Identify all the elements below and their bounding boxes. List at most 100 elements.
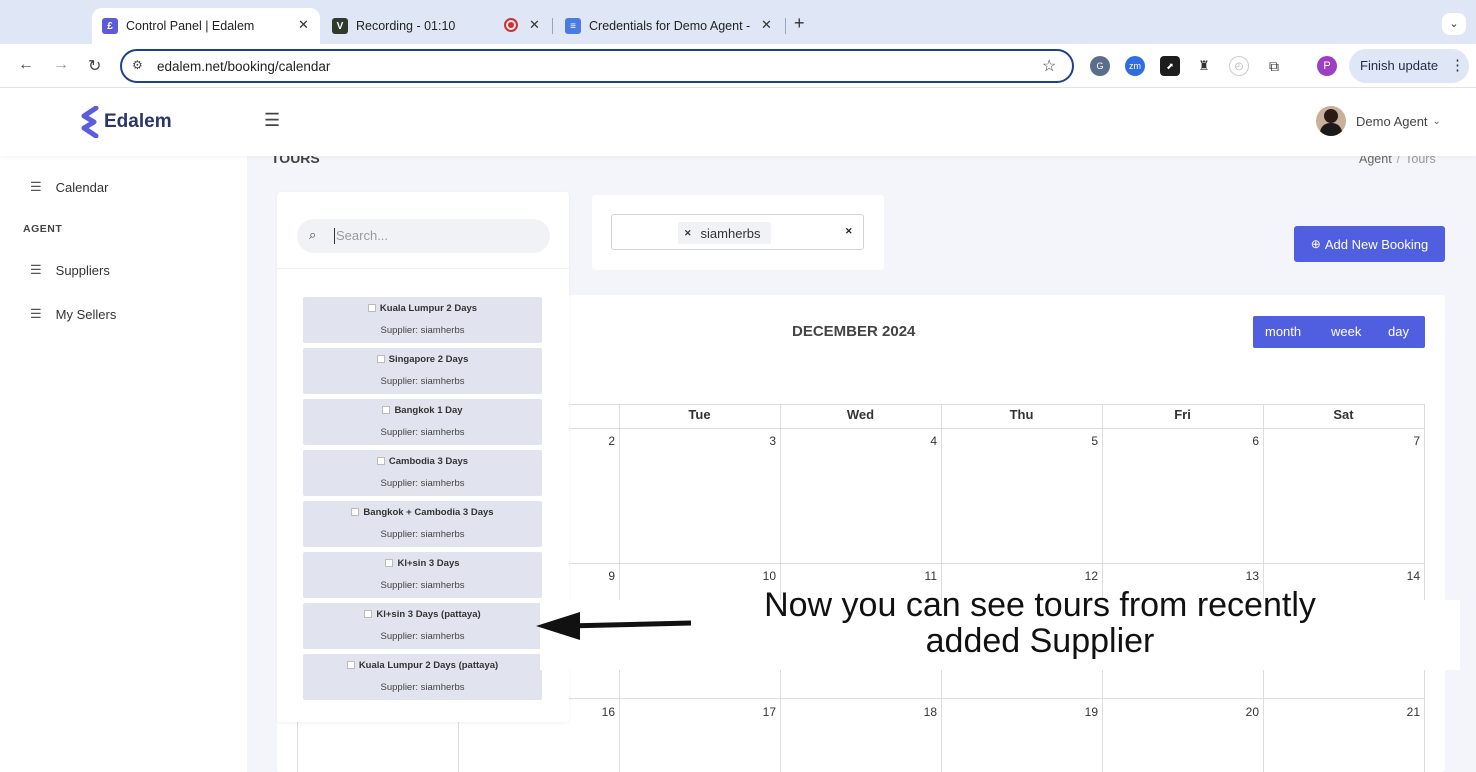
chevron-down-icon: ⌄ bbox=[1432, 115, 1441, 127]
extension-icon[interactable]: G bbox=[1090, 56, 1110, 76]
add-new-booking-button[interactable]: ⊕ Add New Booking bbox=[1294, 226, 1445, 262]
tour-name: Kuala Lumpur 2 Days (pattaya) bbox=[358, 660, 499, 671]
supplier-tag: ✕ siamherbs bbox=[678, 222, 771, 244]
user-name: Demo Agent bbox=[1356, 113, 1428, 129]
tour-item[interactable]: Cambodia 3 Days Supplier: siamherbs bbox=[303, 450, 542, 496]
brand-logo[interactable]: Edalem bbox=[80, 106, 172, 138]
arrow-left-icon bbox=[536, 612, 692, 640]
hamburger-menu-icon[interactable]: ☰ bbox=[264, 110, 280, 131]
address-bar[interactable]: ⚙ edalem.net/booking/calendar ☆ bbox=[120, 49, 1074, 83]
tour-item[interactable]: Kl+sin 3 Days (pattaya) Supplier: siamhe… bbox=[303, 603, 542, 649]
day-number[interactable]: 12 bbox=[1078, 569, 1098, 583]
tab-recording[interactable]: V Recording - 01:10 ✕ bbox=[322, 8, 552, 44]
site-settings-icon[interactable]: ⚙ bbox=[132, 58, 143, 72]
list-icon: ☰ bbox=[30, 179, 42, 194]
tab-divider bbox=[785, 18, 786, 34]
day-number[interactable]: 4 bbox=[917, 434, 937, 448]
clear-icon[interactable]: ✕ bbox=[845, 226, 853, 237]
tour-name: Kl+sin 3 Days (pattaya) bbox=[376, 609, 481, 620]
tour-name: Kuala Lumpur 2 Days bbox=[379, 303, 478, 314]
extension-icon[interactable]: ⬈ bbox=[1160, 56, 1180, 76]
forward-arrow-icon[interactable]: → bbox=[53, 56, 69, 74]
close-icon[interactable]: ✕ bbox=[761, 17, 772, 33]
tour-supplier: Supplier: siamherbs bbox=[380, 529, 465, 540]
finish-update-button[interactable]: Finish update ⋮ bbox=[1349, 49, 1469, 83]
app-header: Edalem ☰ Demo Agent ⌄ bbox=[0, 88, 1476, 156]
grid-line bbox=[1424, 404, 1425, 772]
supplier-select[interactable]: ✕ siamherbs ✕ bbox=[611, 214, 864, 250]
weekday-header: Tue bbox=[688, 407, 711, 422]
tour-checkbox[interactable] bbox=[351, 508, 360, 517]
tour-checkbox[interactable] bbox=[376, 355, 385, 364]
tab-title: Control Panel | Edalem bbox=[126, 19, 255, 33]
calendar-month-title: DECEMBER 2024 bbox=[792, 323, 916, 340]
tour-supplier: Supplier: siamherbs bbox=[380, 682, 465, 693]
day-number[interactable]: 14 bbox=[1400, 569, 1420, 583]
day-number[interactable]: 18 bbox=[917, 705, 937, 719]
search-icon: ⌕ bbox=[309, 227, 317, 242]
list-icon: ☰ bbox=[30, 262, 42, 277]
compass-extension-icon[interactable]: ◴ bbox=[1229, 56, 1249, 76]
close-icon[interactable]: ✕ bbox=[298, 17, 309, 33]
tab-search-chevron-icon[interactable]: ⌄ bbox=[1442, 13, 1466, 35]
tab-credentials[interactable]: ≡ Credentials for Demo Agent - ✕ bbox=[552, 8, 785, 44]
finish-update-label: Finish update bbox=[1360, 58, 1439, 73]
day-number[interactable]: 21 bbox=[1400, 705, 1420, 719]
view-month-button[interactable]: month bbox=[1265, 324, 1301, 339]
url-text[interactable]: edalem.net/booking/calendar bbox=[157, 59, 330, 74]
recording-app-icon: V bbox=[332, 18, 348, 34]
reload-icon[interactable]: ↻ bbox=[88, 56, 101, 76]
user-menu[interactable]: Demo Agent ⌄ bbox=[1316, 106, 1441, 136]
day-number[interactable]: 7 bbox=[1400, 434, 1420, 448]
supplier-filter-card: ✕ siamherbs ✕ bbox=[592, 195, 884, 270]
close-icon[interactable]: ✕ bbox=[529, 17, 540, 33]
day-number[interactable]: 17 bbox=[756, 705, 776, 719]
tour-checkbox[interactable] bbox=[346, 661, 355, 670]
browser-toolbar: ← → ↻ ⚙ edalem.net/booking/calendar ☆ G … bbox=[0, 44, 1476, 120]
extensions-puzzle-icon[interactable]: ⧉ bbox=[1264, 56, 1284, 76]
back-arrow-icon[interactable]: ← bbox=[18, 56, 34, 74]
tour-item[interactable]: Kuala Lumpur 2 Days (pattaya) Supplier: … bbox=[303, 654, 542, 700]
day-number[interactable]: 20 bbox=[1239, 705, 1259, 719]
sidebar-item-label: Suppliers bbox=[55, 262, 110, 278]
day-number[interactable]: 10 bbox=[756, 569, 776, 583]
tour-checkbox[interactable] bbox=[382, 406, 391, 415]
day-number[interactable]: 19 bbox=[1078, 705, 1098, 719]
tour-checkbox[interactable] bbox=[364, 610, 373, 619]
view-week-button[interactable]: week bbox=[1331, 324, 1361, 339]
tour-item[interactable]: Bangkok 1 Day Supplier: siamherbs bbox=[303, 399, 542, 445]
sidebar-item-suppliers[interactable]: ☰ Suppliers bbox=[30, 262, 110, 278]
day-number[interactable]: 9 bbox=[595, 569, 615, 583]
day-number[interactable]: 16 bbox=[595, 705, 615, 719]
search-input[interactable]: ⌕ Search... bbox=[297, 219, 550, 253]
tab-control-panel[interactable]: £ Control Panel | Edalem ✕ bbox=[92, 8, 320, 44]
sidebar-item-calendar[interactable]: ☰ Calendar bbox=[30, 179, 108, 195]
profile-avatar[interactable]: P bbox=[1317, 56, 1337, 76]
zoom-extension-icon[interactable]: zm bbox=[1125, 56, 1145, 76]
tour-checkbox[interactable] bbox=[367, 304, 376, 313]
day-number[interactable]: 2 bbox=[595, 434, 615, 448]
docs-icon: ≡ bbox=[565, 18, 581, 34]
remove-tag-icon[interactable]: ✕ bbox=[684, 228, 692, 239]
supplier-tag-label: siamherbs bbox=[700, 225, 761, 241]
extension-icon[interactable]: ♜ bbox=[1194, 56, 1214, 76]
view-day-button[interactable]: day bbox=[1388, 324, 1409, 339]
day-number[interactable]: 11 bbox=[917, 569, 937, 583]
bookmark-star-icon[interactable]: ☆ bbox=[1042, 56, 1056, 76]
day-number[interactable]: 5 bbox=[1078, 434, 1098, 448]
day-number[interactable]: 6 bbox=[1239, 434, 1259, 448]
sidebar-item-my-sellers[interactable]: ☰ My Sellers bbox=[30, 306, 116, 322]
tour-item[interactable]: Kuala Lumpur 2 Days Supplier: siamherbs bbox=[303, 297, 542, 343]
tour-checkbox[interactable] bbox=[376, 457, 385, 466]
weekday-header: Fri bbox=[1174, 407, 1191, 422]
day-number[interactable]: 13 bbox=[1239, 569, 1259, 583]
new-tab-button[interactable]: + bbox=[794, 13, 805, 34]
tour-item[interactable]: Kl+sin 3 Days Supplier: siamherbs bbox=[303, 552, 542, 598]
tour-item[interactable]: Singapore 2 Days Supplier: siamherbs bbox=[303, 348, 542, 394]
tour-supplier: Supplier: siamherbs bbox=[380, 478, 465, 489]
tour-item[interactable]: Bangkok + Cambodia 3 Days Supplier: siam… bbox=[303, 501, 542, 547]
day-number[interactable]: 3 bbox=[756, 434, 776, 448]
tour-checkbox[interactable] bbox=[385, 559, 394, 568]
grid-line bbox=[619, 404, 620, 772]
tour-name: Kl+sin 3 Days bbox=[397, 558, 460, 569]
